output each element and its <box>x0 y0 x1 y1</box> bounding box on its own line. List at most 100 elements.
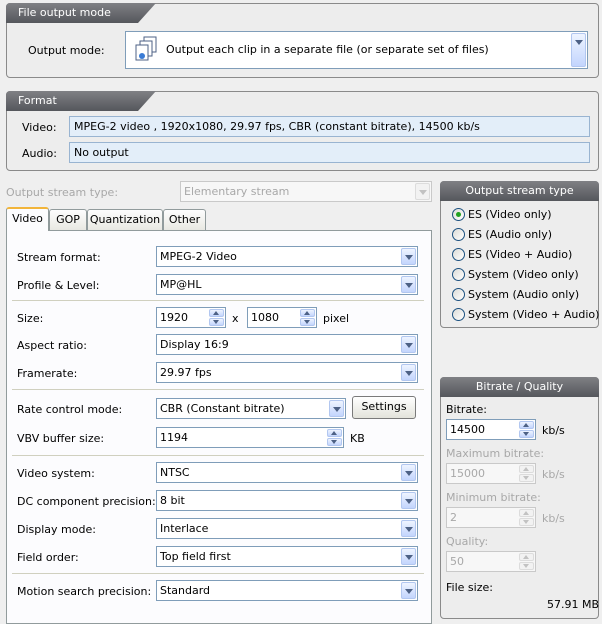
height-spinner[interactable]: 1080 <box>247 307 317 328</box>
tab-video[interactable]: Video <box>6 207 49 231</box>
tab-gop[interactable]: GOP <box>49 209 87 230</box>
output-stream-type-value: Elementary stream <box>184 185 290 198</box>
min-bitrate-value: 2 <box>450 511 457 524</box>
motion-search-label: Motion search precision: <box>17 585 152 598</box>
chevron-down-icon[interactable] <box>401 364 416 381</box>
aspect-ratio-select[interactable]: Display 16:9 <box>156 334 418 355</box>
radio-button[interactable] <box>452 208 465 221</box>
dc-precision-value: 8 bit <box>160 494 185 507</box>
radio-button[interactable] <box>452 308 465 321</box>
stream-format-value: MPEG-2 Video <box>160 250 237 263</box>
profile-level-select[interactable]: MP@HL <box>156 274 418 295</box>
divider <box>12 573 424 574</box>
motion-search-select[interactable]: Standard <box>156 580 418 601</box>
file-output-mode-header: File output mode <box>6 3 156 23</box>
output-mode-label: Output mode: <box>28 44 105 57</box>
video-system-select[interactable]: NTSC <box>156 462 418 483</box>
vbv-buffer-spinner[interactable]: 1194 <box>156 427 344 448</box>
height-value: 1080 <box>251 311 279 324</box>
radio-label: System (Audio only) <box>468 288 580 301</box>
chevron-down-icon <box>415 183 430 200</box>
radio-button[interactable] <box>452 248 465 261</box>
width-spinner[interactable]: 1920 <box>156 307 226 328</box>
bitrate-unit-label: kb/s <box>542 424 565 437</box>
radio-button[interactable] <box>452 228 465 241</box>
chevron-down-icon[interactable] <box>401 336 416 353</box>
chevron-down-icon[interactable] <box>329 400 344 417</box>
framerate-select[interactable]: 29.97 fps <box>156 362 418 383</box>
divider <box>12 455 424 456</box>
radio-label: ES (Video + Audio) <box>468 248 573 261</box>
tab-quantization[interactable]: Quantization <box>87 209 163 230</box>
output-mode-select[interactable]: Output each clip in a separate file (or … <box>125 31 588 69</box>
bitrate-spinner[interactable]: 14500 <box>446 419 536 440</box>
file-size-label: File size: <box>446 581 493 594</box>
motion-search-value: Standard <box>160 584 211 597</box>
spinner-buttons[interactable] <box>209 309 224 326</box>
divider <box>12 389 424 390</box>
rate-control-value: CBR (Constant bitrate) <box>160 402 285 415</box>
settings-button[interactable]: Settings <box>352 396 416 419</box>
profile-level-label: Profile & Level: <box>17 279 100 292</box>
quality-value: 50 <box>450 555 464 568</box>
output-stream-type-label: Output stream type: <box>6 186 119 199</box>
vbv-buffer-value: 1194 <box>160 431 188 444</box>
file-output-mode-panel: File output mode Output mode: Output eac… <box>6 3 599 78</box>
spinner-buttons <box>519 509 534 526</box>
radio-label: System (Video + Audio) <box>468 308 600 321</box>
radio-label: ES (Video only) <box>468 208 552 221</box>
width-value: 1920 <box>160 311 188 324</box>
vbv-unit-label: KB <box>350 432 365 445</box>
spinner-buttons <box>519 553 534 570</box>
stream-format-select[interactable]: MPEG-2 Video <box>156 246 418 267</box>
pixel-label: pixel <box>323 312 350 325</box>
chevron-down-icon[interactable] <box>401 582 416 599</box>
chevron-down-icon[interactable] <box>401 248 416 265</box>
chevron-down-icon[interactable] <box>401 520 416 537</box>
vbv-buffer-label: VBV buffer size: <box>17 432 105 445</box>
dc-precision-label: DC component precision: <box>17 495 156 508</box>
video-system-value: NTSC <box>160 466 190 479</box>
chevron-down-icon[interactable] <box>401 276 416 293</box>
chevron-down-icon[interactable] <box>401 548 416 565</box>
bitrate-value: 14500 <box>450 423 485 436</box>
size-x-label: x <box>232 312 239 325</box>
display-mode-label: Display mode: <box>17 523 96 536</box>
spinner-buttons[interactable] <box>327 429 342 446</box>
min-bitrate-spinner: 2 <box>446 507 536 528</box>
display-mode-value: Interlace <box>160 522 209 535</box>
aspect-ratio-value: Display 16:9 <box>160 338 229 351</box>
min-bitrate-label: Minimum bitrate: <box>446 491 541 504</box>
output-stream-type-select: Elementary stream <box>180 181 432 202</box>
chevron-down-icon[interactable] <box>401 492 416 509</box>
audio-format-field: No output <box>69 142 590 163</box>
bitrate-label: Bitrate: <box>446 403 487 416</box>
field-order-select[interactable]: Top field first <box>156 546 418 567</box>
rate-control-select[interactable]: CBR (Constant bitrate) <box>156 398 346 419</box>
framerate-label: Framerate: <box>17 367 78 380</box>
chevron-down-icon[interactable] <box>401 464 416 481</box>
video-system-label: Video system: <box>17 467 95 480</box>
dc-precision-select[interactable]: 8 bit <box>156 490 418 511</box>
min-bitrate-unit-label: kb/s <box>542 512 565 525</box>
chevron-down-icon[interactable] <box>571 33 586 67</box>
files-icon <box>135 36 157 61</box>
bitrate-quality-header: Bitrate / Quality <box>440 377 599 397</box>
spinner-buttons[interactable] <box>300 309 315 326</box>
max-bitrate-value: 15000 <box>450 467 485 480</box>
field-order-label: Field order: <box>17 551 79 564</box>
tab-other[interactable]: Other <box>163 209 206 230</box>
size-label: Size: <box>17 312 44 325</box>
stream-format-label: Stream format: <box>17 251 101 264</box>
framerate-value: 29.97 fps <box>160 366 212 379</box>
max-bitrate-unit-label: kb/s <box>542 468 565 481</box>
radio-button[interactable] <box>452 288 465 301</box>
divider <box>12 300 424 301</box>
video-format-field: MPEG-2 video , 1920x1080, 29.97 fps, CBR… <box>69 116 590 137</box>
radio-button[interactable] <box>452 268 465 281</box>
spinner-buttons[interactable] <box>519 421 534 438</box>
rate-control-label: Rate control mode: <box>17 403 123 416</box>
video-format-label: Video: <box>22 121 57 134</box>
display-mode-select[interactable]: Interlace <box>156 518 418 539</box>
aspect-ratio-label: Aspect ratio: <box>17 339 87 352</box>
